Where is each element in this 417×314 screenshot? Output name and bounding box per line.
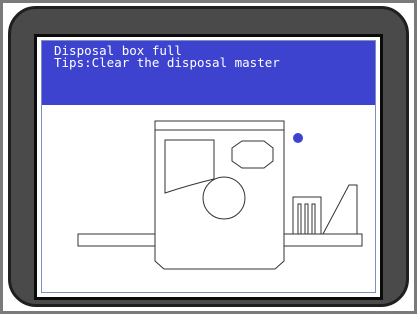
error-message-banner: Disposal box full Tips:Clear the disposa… xyxy=(42,41,375,105)
disposal-slot-1 xyxy=(297,203,302,235)
disposal-box-icon xyxy=(292,184,358,235)
lcd-screen: Disposal box full Tips:Clear the disposa… xyxy=(41,40,376,293)
machine-diagram xyxy=(42,105,375,292)
error-tip: Tips:Clear the disposal master xyxy=(54,55,280,70)
status-indicator-icon xyxy=(293,133,303,143)
printer-machine-icon xyxy=(154,120,285,270)
machine-drum xyxy=(202,176,246,220)
disposal-slot-2 xyxy=(304,203,309,235)
disposal-box-lid xyxy=(322,184,358,235)
disposal-slot-3 xyxy=(311,203,316,235)
machine-side-cover xyxy=(231,140,274,169)
